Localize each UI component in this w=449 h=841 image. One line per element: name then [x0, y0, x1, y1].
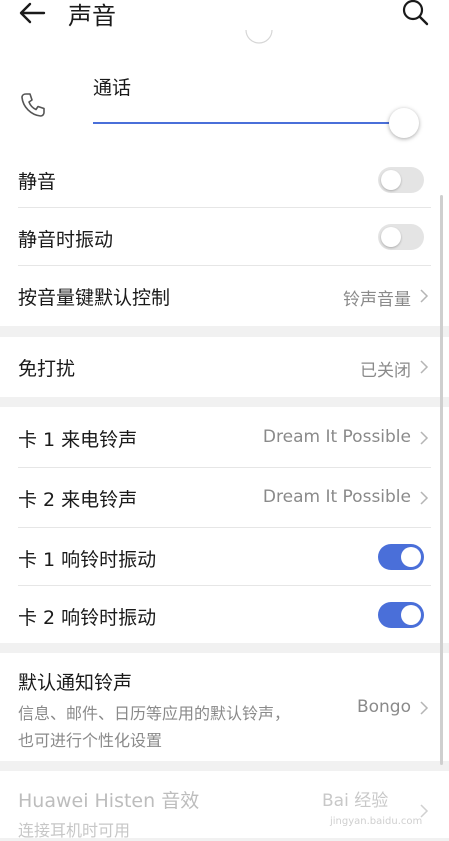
notification-desc-line2: 也可进行个性化设置: [18, 731, 163, 750]
call-volume-slider-track[interactable]: [93, 122, 393, 124]
chevron-right-icon: [420, 360, 429, 374]
volume-key-value[interactable]: 铃声音量: [343, 285, 411, 310]
dnd-value[interactable]: 已关闭: [360, 356, 411, 381]
vibrate-on-mute-toggle[interactable]: [378, 224, 424, 250]
chevron-right-icon: [420, 701, 429, 715]
divider: [18, 585, 431, 586]
toggle-thumb: [381, 170, 401, 190]
chevron-right-icon: [420, 491, 429, 505]
notification-desc-line1: 信息、邮件、日历等应用的默认铃声，: [18, 704, 291, 723]
histen-label: Huawei Histen 音效: [18, 790, 200, 812]
sim2-vibrate-label: 卡 2 响铃时振动: [18, 607, 157, 629]
sim1-ringtone-value[interactable]: Dream It Possible: [263, 427, 411, 447]
toggle-thumb: [401, 547, 421, 567]
divider: [18, 207, 431, 208]
watermark-url: jingyan.baidu.com: [330, 816, 423, 827]
notification-value[interactable]: Bongo: [357, 697, 411, 717]
sim1-vibrate-toggle[interactable]: [378, 544, 424, 570]
vibrate-on-mute-label: 静音时振动: [18, 229, 114, 251]
toggle-thumb: [401, 605, 421, 625]
search-icon[interactable]: [400, 0, 430, 28]
scrollbar[interactable]: [440, 195, 443, 765]
page-title: 声音: [68, 2, 116, 30]
watermark-text: Bai 经验: [322, 791, 389, 811]
app-bar: 声音: [0, 0, 449, 30]
sim2-ringtone-label[interactable]: 卡 2 来电铃声: [18, 485, 137, 512]
sim2-vibrate-toggle[interactable]: [378, 602, 424, 628]
sim2-ringtone-value[interactable]: Dream It Possible: [263, 487, 411, 507]
chevron-right-icon: [420, 289, 429, 303]
sim1-ringtone-label[interactable]: 卡 1 来电铃声: [18, 425, 137, 452]
divider: [18, 527, 431, 528]
chevron-right-icon: [420, 431, 429, 445]
call-volume-label: 通话: [93, 77, 132, 99]
divider: [18, 467, 431, 468]
back-arrow-icon[interactable]: [16, 0, 48, 28]
notification-label[interactable]: 默认通知铃声: [18, 668, 132, 695]
phone-icon: [21, 93, 45, 117]
dnd-label[interactable]: 免打扰: [18, 354, 75, 381]
toggle-thumb: [381, 227, 401, 247]
partial-slider-knob[interactable]: [244, 22, 274, 48]
divider: [18, 265, 431, 266]
histen-desc: 连接耳机时可用: [18, 821, 131, 840]
mute-toggle[interactable]: [378, 167, 424, 193]
sim1-vibrate-label: 卡 1 响铃时振动: [18, 549, 157, 571]
mute-label: 静音: [18, 171, 57, 193]
call-volume-slider-knob[interactable]: [389, 108, 419, 138]
volume-key-label[interactable]: 按音量键默认控制: [18, 283, 170, 310]
